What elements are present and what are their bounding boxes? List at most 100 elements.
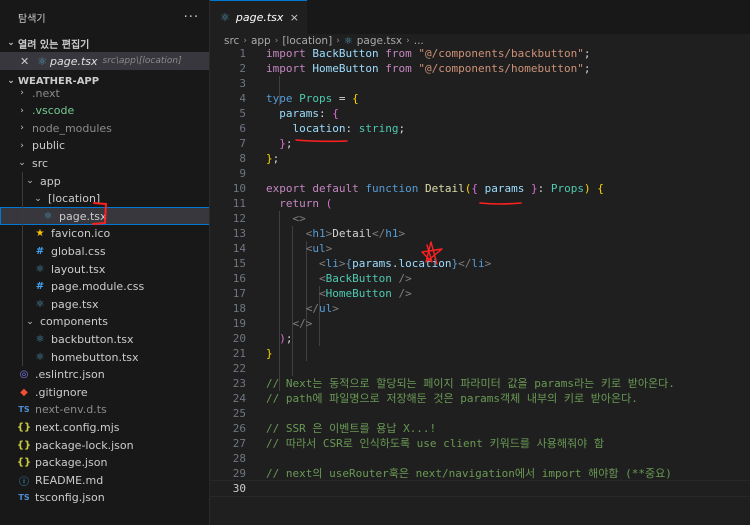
code-line[interactable]: 1 import BackButton from "@/components/ba… [210, 46, 750, 61]
line-number: 9 [239, 167, 246, 180]
tree-item[interactable]: # global.css [0, 242, 209, 260]
code-line[interactable]: 4 type Props = { [210, 91, 750, 106]
tree-item[interactable]: ⌄ components [0, 313, 209, 331]
tree-indent-guide [22, 172, 23, 366]
code-line[interactable]: 7 }; [210, 136, 750, 151]
code-line[interactable]: 24 // path에 파일명으로 저장해둔 것은 params객체 내부의 키로… [210, 391, 750, 406]
code-line[interactable]: 9 [210, 166, 750, 181]
tree-item[interactable]: ⓘ README.md [0, 471, 209, 489]
code-token: h1 [385, 227, 399, 240]
close-icon[interactable]: × [290, 11, 299, 24]
git-icon: ◆ [20, 386, 28, 398]
code-line[interactable]: 5 params: { [210, 106, 750, 121]
tree-item[interactable]: {} package.json [0, 454, 209, 472]
code-line[interactable]: 11 return ( [210, 196, 750, 211]
code-line[interactable]: 3 [210, 76, 750, 91]
tree-item[interactable]: › node_modules [0, 119, 209, 137]
code-line[interactable]: 20 ); [210, 331, 750, 346]
line-number: 16 [232, 272, 246, 285]
code-token: ul [312, 242, 326, 255]
tree-item[interactable]: {} next.config.mjs [0, 418, 209, 436]
code-line[interactable]: 30 [209, 480, 750, 497]
tree-item[interactable]: › public [0, 137, 209, 155]
code-token: HomeButton [312, 62, 379, 75]
tree-item-label: layout.tsx [51, 262, 106, 276]
code-token: import [266, 62, 313, 75]
tree-item[interactable]: ⚛ layout.tsx [0, 260, 209, 278]
tree-item[interactable]: › .next [0, 84, 209, 102]
code-text: // path에 파일명으로 저장해둔 것은 params객체 내부의 키로 받… [266, 391, 638, 406]
tree-item[interactable]: ⌄ src [0, 154, 209, 172]
line-number: 19 [232, 317, 246, 330]
tree-item[interactable]: ◆ .gitignore [0, 383, 209, 401]
code-line[interactable]: 22 [210, 361, 750, 376]
code-line[interactable]: 2 import HomeButton from "@/components/ho… [210, 61, 750, 76]
code-line[interactable]: 8}; [210, 151, 750, 166]
code-token: { [352, 92, 359, 105]
tree-item[interactable]: {} package-lock.json [0, 436, 209, 454]
line-number: 2 [239, 62, 246, 75]
react-icon: ⚛ [35, 333, 45, 345]
line-number: 13 [232, 227, 246, 240]
editor-area: ⚛ page.tsx × src › app › [location] › ⚛ … [209, 0, 750, 525]
tree-item[interactable]: ⚛ backbutton.tsx [0, 330, 209, 348]
code-text: import BackButton from "@/components/bac… [266, 46, 591, 61]
line-number: 15 [232, 257, 246, 270]
open-editors-section[interactable]: ⌄ 열려 있는 편집기 [0, 34, 209, 52]
tree-item[interactable]: › .vscode [0, 102, 209, 120]
code-token: <> [292, 212, 306, 225]
code-line[interactable]: 10 export default function Detail({ param… [210, 181, 750, 196]
code-line[interactable]: 27 // 따라서 CSR로 인식하도록 use client 키워드를 사용해줘… [210, 436, 750, 451]
code-token: return [279, 197, 326, 210]
line-number: 11 [232, 197, 246, 210]
tree-item[interactable]: ◎ .eslintrc.json [0, 366, 209, 384]
tree-item[interactable]: TS next-env.d.ts [0, 401, 209, 419]
code-token: /> [391, 272, 412, 285]
tab-page-tsx[interactable]: ⚛ page.tsx × [210, 0, 307, 34]
tree-item-label: next-env.d.ts [35, 403, 107, 417]
tree-item[interactable]: ⌄ app [0, 172, 209, 190]
open-editor-item[interactable]: ✕ ⚛ page.tsx src\app\[location] [0, 52, 209, 70]
code-token: /> [391, 287, 412, 300]
code-line[interactable]: 13 <h1>Detail</h1> [210, 226, 750, 241]
code-line[interactable]: 17 <HomeButton /> [210, 286, 750, 301]
tree-item-label: .next [32, 86, 60, 100]
code-line[interactable]: 23 // Next는 동적으로 할당되는 페이지 파라미터 값을 params라… [210, 376, 750, 391]
code-token: Detail [424, 182, 465, 195]
code-text: ); [266, 331, 292, 346]
code-line[interactable]: 6 location: string; [210, 121, 750, 136]
code-token: < [318, 257, 326, 270]
tree-item[interactable]: # page.module.css [0, 278, 209, 296]
chevron-down-icon: ⌄ [7, 38, 15, 48]
tree-item[interactable]: ⚛ page.tsx [0, 295, 209, 313]
code-line[interactable]: 21} [210, 346, 750, 361]
code-line[interactable]: 26 // SSR 은 이벤트를 용납 X...! [210, 421, 750, 436]
more-actions-icon[interactable]: ··· [184, 10, 199, 25]
code-line[interactable]: 29 // next의 useRouter훅은 next/navigation에서… [210, 466, 750, 481]
tree-item[interactable]: ⚛ homebutton.tsx [0, 348, 209, 366]
chevron-right-icon: › [406, 36, 410, 46]
code-token: export default [266, 182, 366, 195]
tree-item[interactable]: ⚛ page.tsx [0, 207, 209, 226]
tree-item[interactable]: ⌄ [location] [0, 190, 209, 208]
line-number: 24 [232, 392, 246, 405]
code-line[interactable]: 18 </ul> [210, 301, 750, 316]
tree-item[interactable]: TS tsconfig.json [0, 489, 209, 507]
code-line[interactable]: 25 [210, 406, 750, 421]
code-line[interactable]: 14 <ul> [210, 241, 750, 256]
code-line[interactable]: 19 </> [210, 316, 750, 331]
code-line[interactable]: 15 <li>{params.location}</li> [210, 256, 750, 271]
react-icon: ⚛ [37, 54, 47, 68]
code-line[interactable]: 28 [210, 451, 750, 466]
line-number: 7 [239, 137, 246, 150]
close-icon[interactable]: ✕ [20, 55, 34, 68]
tree-item-label: components [40, 315, 108, 329]
tree-item[interactable]: ★ favicon.ico [0, 225, 209, 243]
code-line[interactable]: 12 <> [210, 211, 750, 226]
code-text: location: string; [266, 121, 406, 136]
chevron-right-icon: › [274, 36, 279, 46]
code-line[interactable]: 16 <BackButton /> [210, 271, 750, 286]
tree-item-label: homebutton.tsx [51, 350, 139, 364]
